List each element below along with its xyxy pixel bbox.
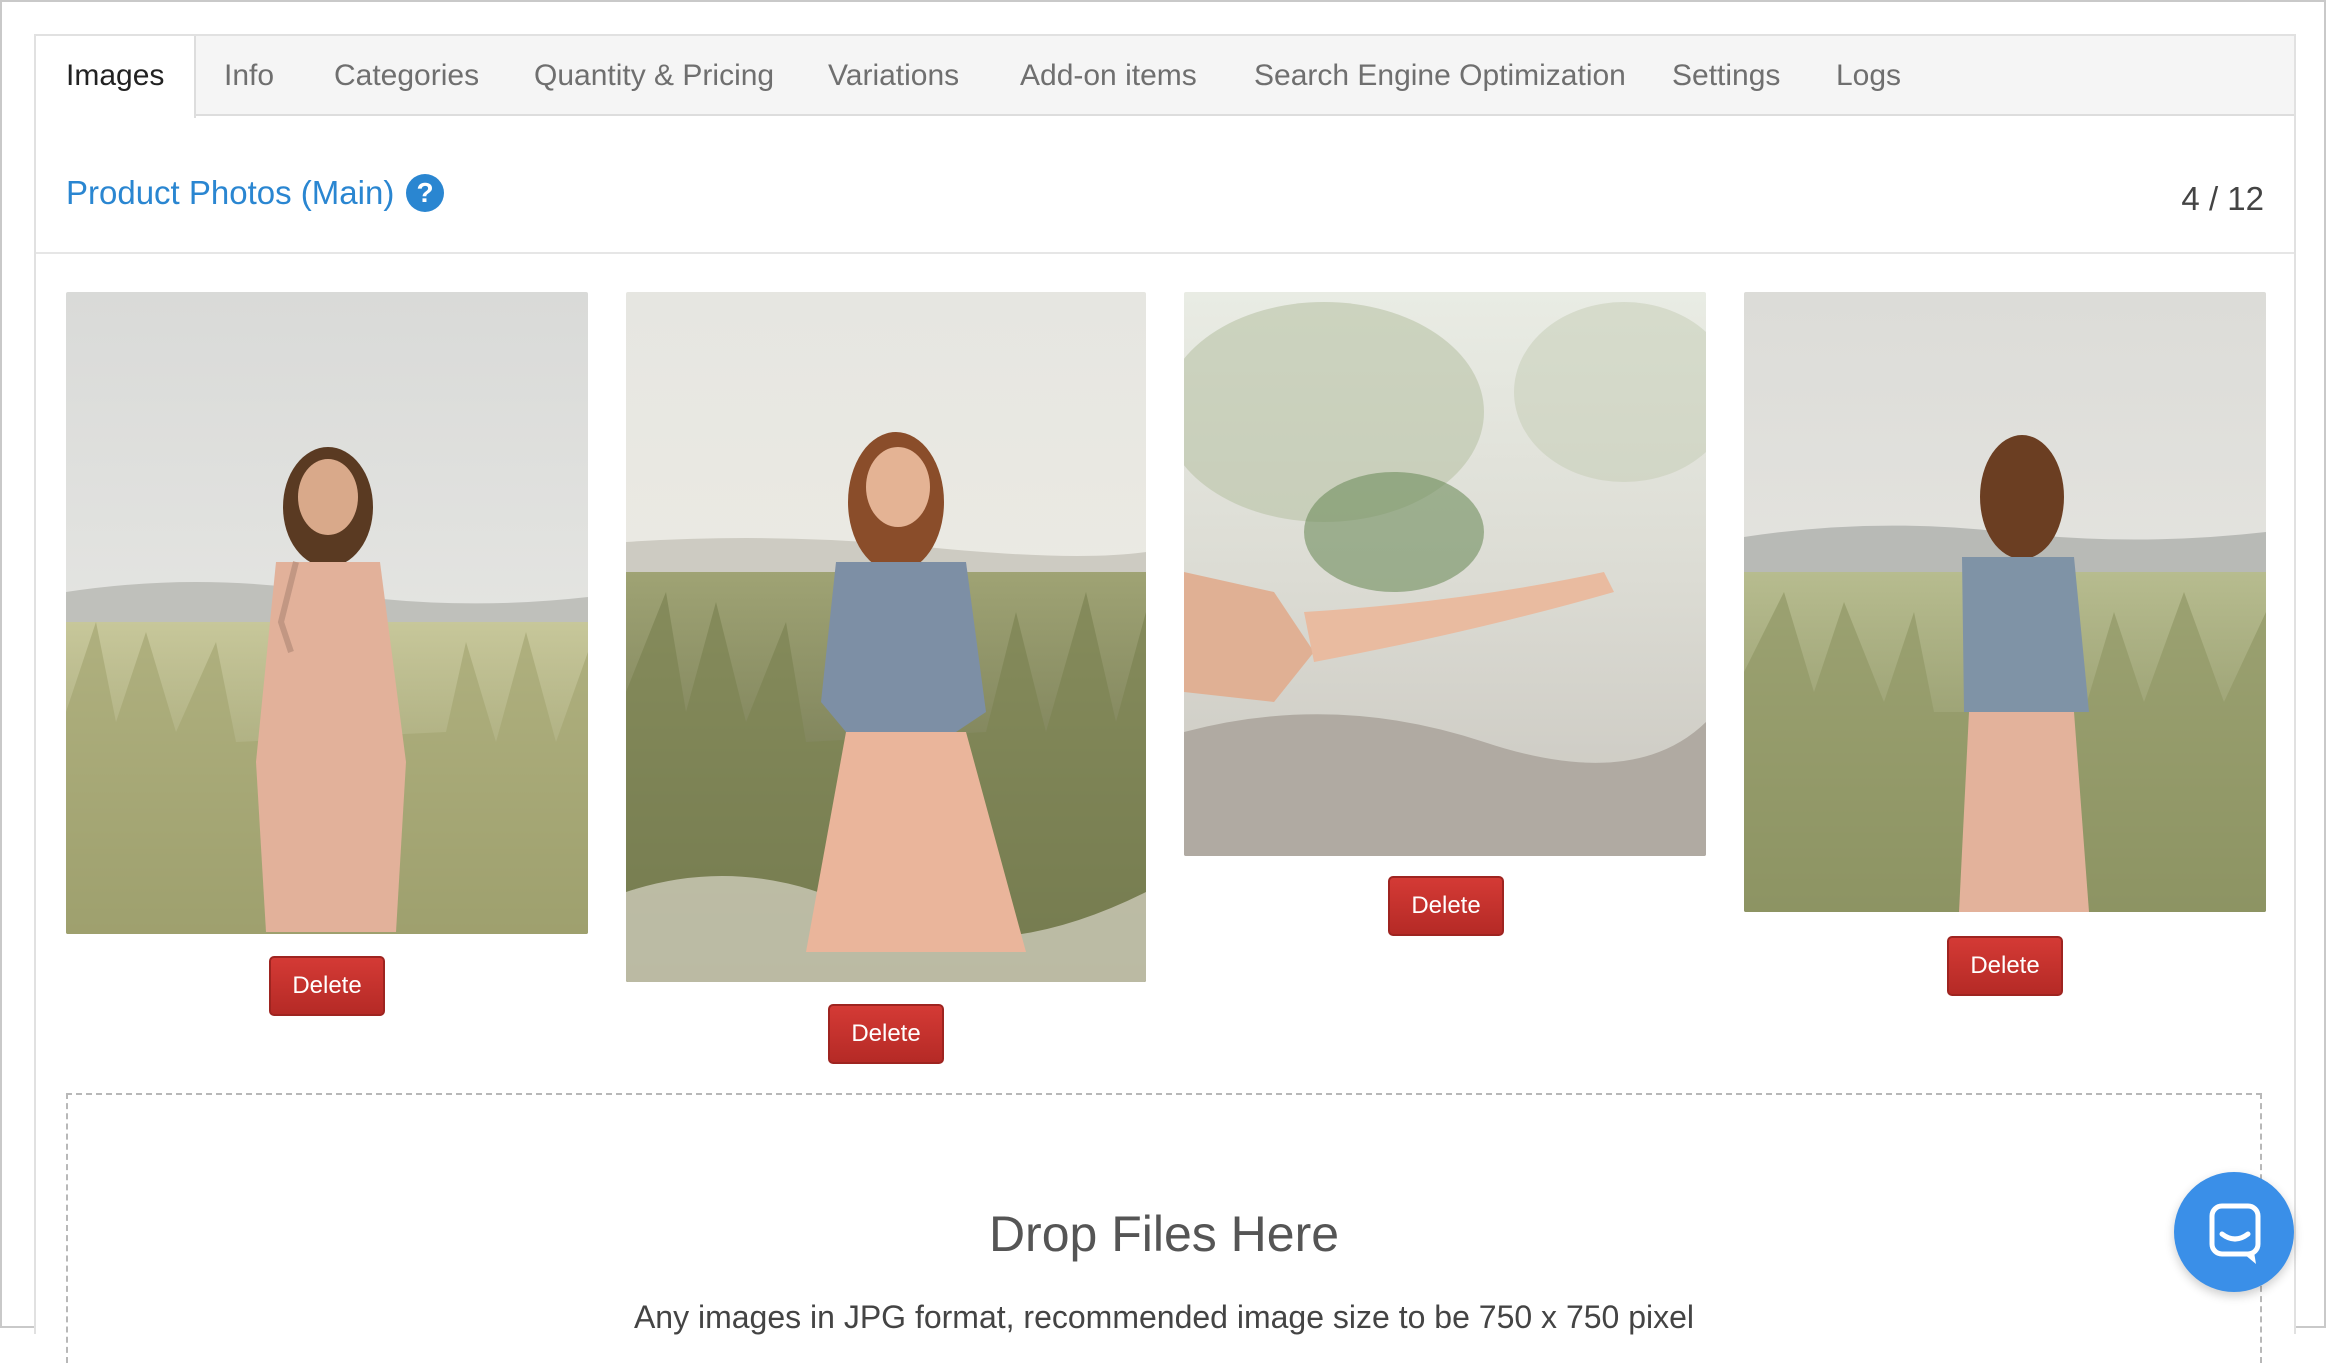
tab-bar: Images Info Categories Quantity & Pricin… [36,36,2294,118]
dropzone-subtitle: Any images in JPG format, recommended im… [633,1299,1695,1335]
chat-bubble-icon [2209,1203,2261,1264]
tab-variations[interactable]: Variations [828,36,959,116]
tab-categories[interactable]: Categories [334,36,479,116]
product-editor-panel: Images Info Categories Quantity & Pricin… [34,34,2296,1363]
tab-seo[interactable]: Search Engine Optimization [1254,36,1626,116]
tab-logs[interactable]: Logs [1836,36,1901,116]
product-photo-4[interactable] [1744,292,2266,912]
photo-counter: 4 / 12 [2181,180,2264,217]
photo-2-image [626,292,1146,982]
dropzone-title: Drop Files Here [988,1206,1340,1262]
tab-add-on-items[interactable]: Add-on items [1020,36,1197,116]
delete-photo-3-button[interactable]: Delete [1388,876,1504,936]
delete-photo-1-button[interactable]: Delete [269,956,385,1016]
window: Images Info Categories Quantity & Pricin… [0,0,2326,1363]
tab-quantity-pricing[interactable]: Quantity & Pricing [534,36,774,116]
section-header: Product Photos (Main) ? 4 / 12 [36,116,2294,254]
tab-images[interactable]: Images [36,36,197,118]
tab-settings[interactable]: Settings [1672,36,1780,116]
photo-3-image [1184,292,1706,856]
delete-photo-4-button[interactable]: Delete [1947,936,2063,996]
delete-photo-2-button[interactable]: Delete [828,1004,944,1064]
product-photo-3[interactable] [1184,292,1706,856]
product-photo-1[interactable] [66,292,588,934]
product-photo-2[interactable] [626,292,1146,982]
photo-4-image [1744,292,2266,912]
file-dropzone[interactable]: Drop Files Here Any images in JPG format… [66,1093,2262,1363]
tab-info[interactable]: Info [224,36,274,116]
chat-launcher-button[interactable] [2174,1172,2294,1292]
photo-1-image [66,292,588,934]
section-title: Product Photos (Main) [66,174,395,211]
question-circle-icon[interactable]: ? [406,174,444,212]
